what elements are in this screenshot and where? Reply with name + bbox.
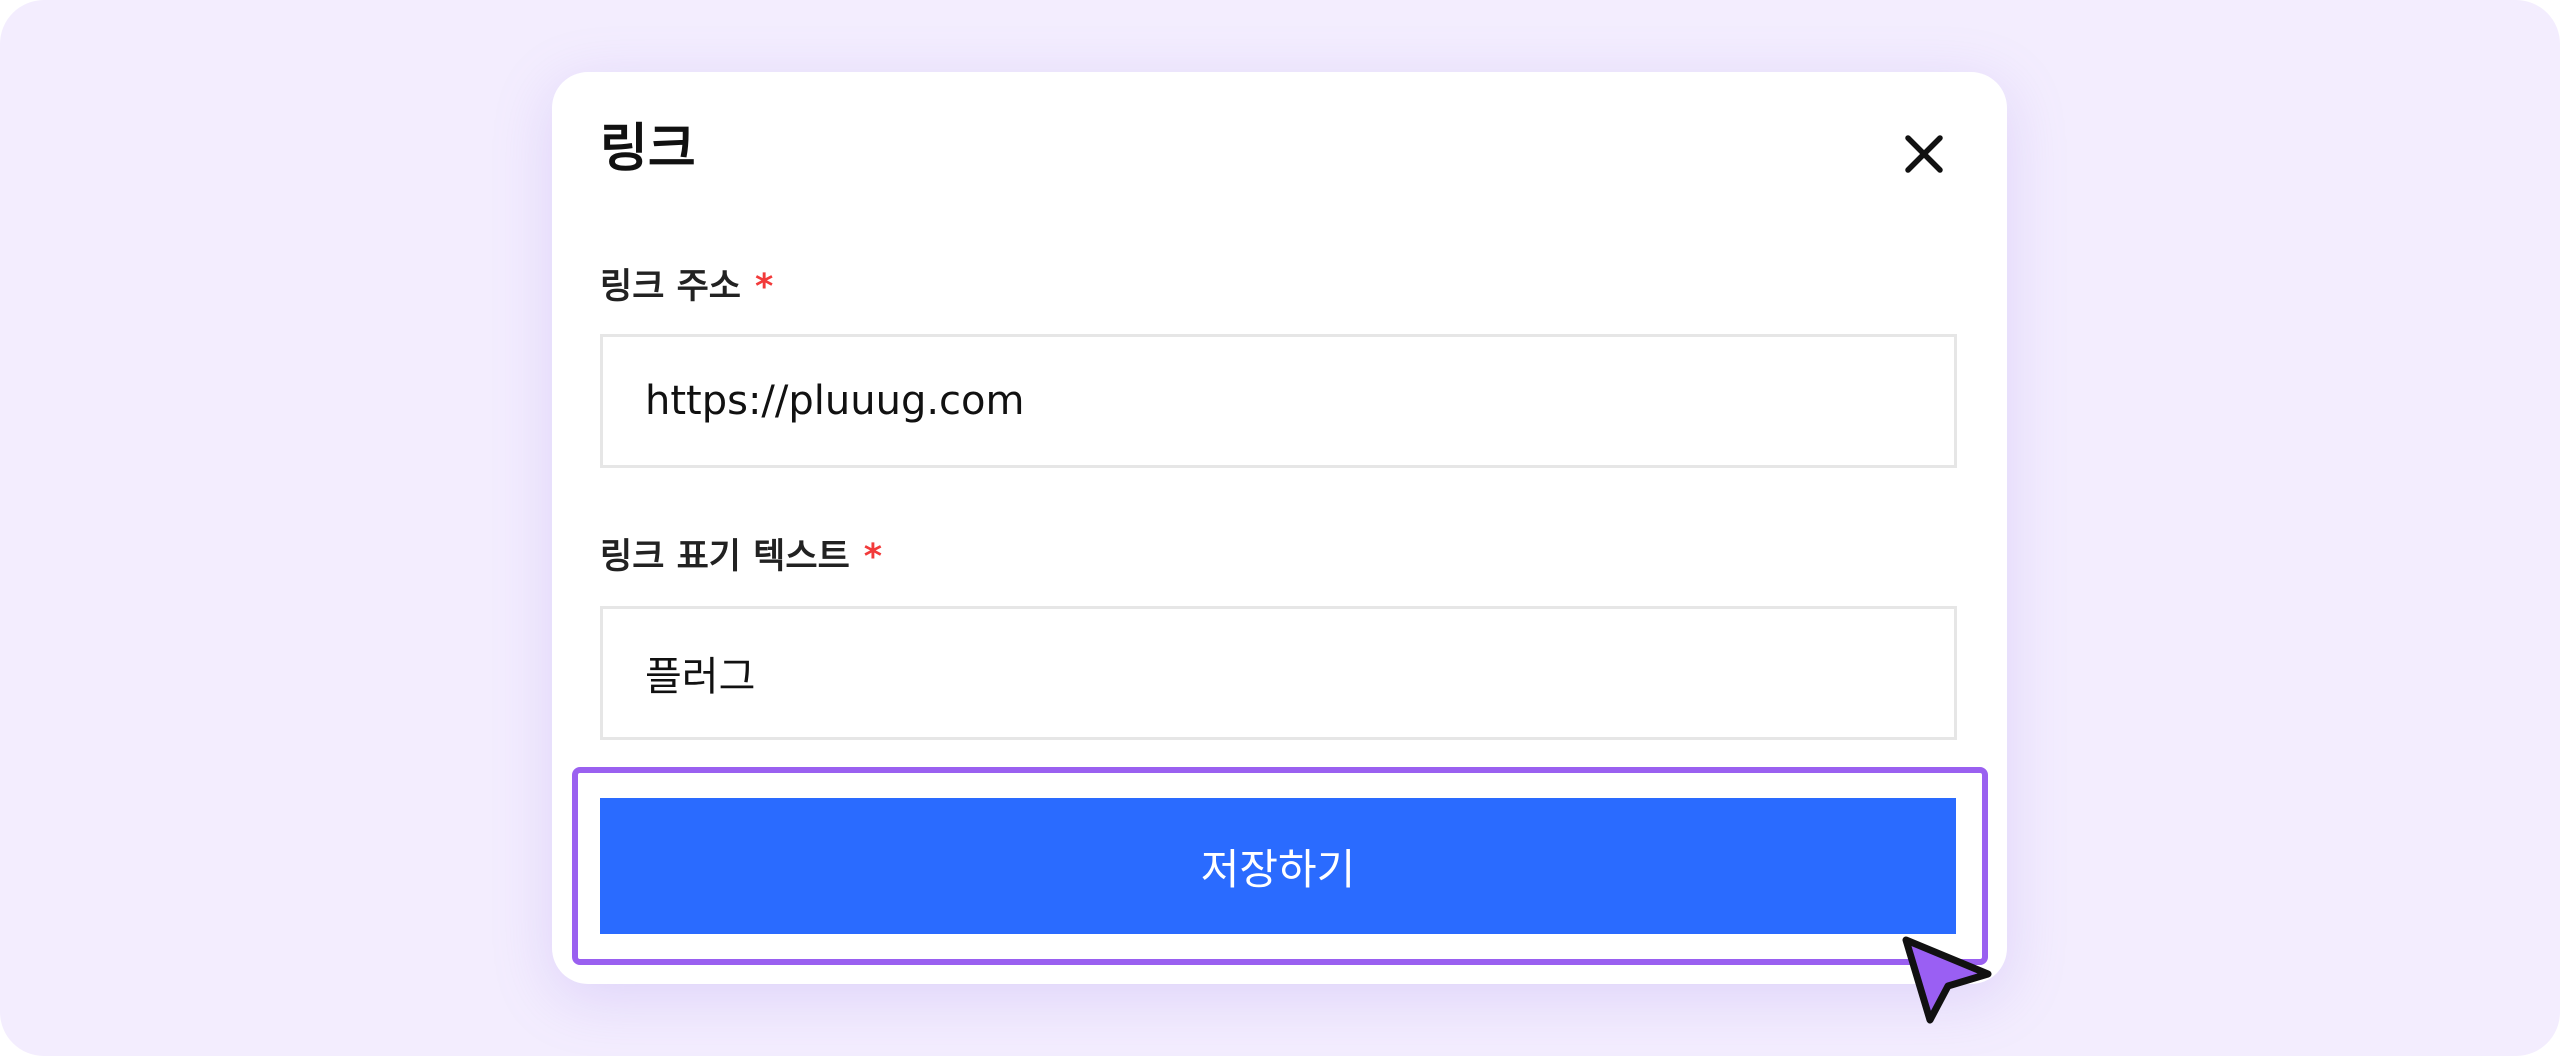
page-background: 링크 링크 주소 * 링크 표기 텍스트 * 저장하기	[0, 0, 2560, 1056]
display-text-input[interactable]	[600, 606, 1957, 740]
display-text-required-mark: *	[863, 537, 883, 577]
url-input[interactable]	[600, 334, 1957, 468]
close-icon	[1905, 135, 1943, 173]
url-label-text: 링크 주소	[600, 267, 741, 307]
dialog-title: 링크	[600, 119, 696, 179]
url-required-mark: *	[755, 267, 774, 307]
cursor-arrow-icon	[1896, 934, 1992, 1024]
close-button[interactable]	[1898, 128, 1950, 180]
display-text-label-text: 링크 표기 텍스트	[600, 537, 850, 577]
url-field-label: 링크 주소 *	[600, 266, 773, 308]
display-text-field-label: 링크 표기 텍스트 *	[600, 536, 882, 578]
save-button[interactable]: 저장하기	[600, 798, 1956, 934]
